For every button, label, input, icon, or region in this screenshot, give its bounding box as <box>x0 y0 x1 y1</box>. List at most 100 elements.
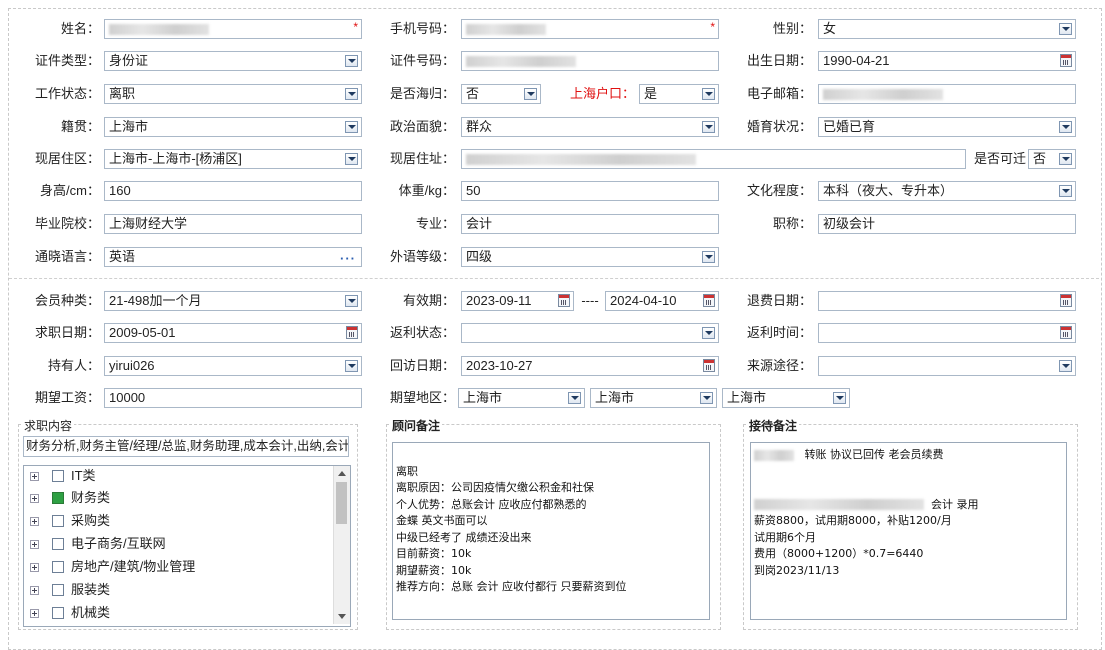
job-category-tree[interactable]: IT类 财务类 采购类 电子商务/互联网 房地产/建筑/物业管理 服装类 机械类 <box>23 465 351 627</box>
calendar-icon[interactable] <box>703 294 715 307</box>
valid-from-field[interactable]: 2023-09-11 <box>461 291 574 311</box>
scroll-thumb[interactable] <box>336 482 347 524</box>
calendar-icon[interactable] <box>703 359 715 372</box>
checkbox[interactable] <box>52 607 64 619</box>
dropdown-arrow-icon[interactable] <box>700 392 713 404</box>
scroll-down-icon[interactable] <box>338 614 346 619</box>
gender-select[interactable]: 女 <box>818 19 1076 39</box>
region-city-value: 上海市 <box>595 390 635 405</box>
calendar-icon[interactable] <box>558 294 570 307</box>
visit-date-value: 2023-10-27 <box>466 358 533 373</box>
region-province-value: 上海市 <box>463 390 503 405</box>
advisor-notes-textarea[interactable]: 离职 离职原因：公司因疫情欠缴公积金和社保 个人优势：总账会计 应收应付都熟悉的… <box>392 442 710 620</box>
checkbox-checked[interactable] <box>52 492 64 504</box>
dropdown-arrow-icon[interactable] <box>1059 360 1072 372</box>
expand-icon[interactable] <box>30 586 39 595</box>
dropdown-arrow-icon[interactable] <box>345 360 358 372</box>
dropdown-arrow-icon[interactable] <box>1059 153 1072 165</box>
dropdown-arrow-icon[interactable] <box>702 121 715 133</box>
school-field[interactable]: 上海财经大学 <box>104 214 362 234</box>
calendar-icon[interactable] <box>346 326 358 339</box>
phone-field[interactable]: * <box>461 19 719 39</box>
native-select[interactable]: 上海市 <box>104 117 362 137</box>
salary-field[interactable]: 10000 <box>104 388 362 408</box>
rebate-time-field[interactable] <box>818 323 1076 343</box>
relocate-value: 否 <box>1033 151 1047 166</box>
region-district-select[interactable]: 上海市 <box>722 388 850 408</box>
member-type-select[interactable]: 21-498加一个月 <box>104 291 362 311</box>
dropdown-arrow-icon[interactable] <box>568 392 581 404</box>
name-field[interactable]: * <box>104 19 362 39</box>
scroll-up-icon[interactable] <box>338 471 346 476</box>
refund-date-field[interactable] <box>818 291 1076 311</box>
more-icon[interactable]: ··· <box>340 250 356 266</box>
calendar-icon[interactable] <box>1060 54 1072 67</box>
calendar-icon[interactable] <box>1060 294 1072 307</box>
political-select[interactable]: 群众 <box>461 117 719 137</box>
validity-label: 有效期： <box>402 293 455 308</box>
relocate-select[interactable]: 否 <box>1028 149 1076 169</box>
expand-icon[interactable] <box>30 609 39 618</box>
weight-label: 体重/kg： <box>398 183 455 198</box>
expand-icon[interactable] <box>30 563 39 572</box>
tree-scrollbar[interactable] <box>333 466 350 624</box>
tree-item-label: 机械类 <box>71 605 111 620</box>
rebate-status-select[interactable] <box>461 323 719 343</box>
holder-select[interactable]: yirui026 <box>104 356 362 376</box>
major-field[interactable]: 会计 <box>461 214 719 234</box>
address-field[interactable] <box>461 149 966 169</box>
title-field[interactable]: 初级会计 <box>818 214 1076 234</box>
expand-icon[interactable] <box>30 494 39 503</box>
dropdown-arrow-icon[interactable] <box>345 88 358 100</box>
reception-notes-textarea[interactable]: 转账 协议已回传 老会员续费 会计 录用 薪资8800，试用期8000，补贴12… <box>750 442 1067 620</box>
weight-field[interactable]: 50 <box>461 181 719 201</box>
valid-to-field[interactable]: 2024-04-10 <box>605 291 719 311</box>
language-field[interactable]: 英语 ··· <box>104 247 362 267</box>
expand-icon[interactable] <box>30 472 39 481</box>
dropdown-arrow-icon[interactable] <box>1059 185 1072 197</box>
dropdown-arrow-icon[interactable] <box>524 88 537 100</box>
dropdown-arrow-icon[interactable] <box>345 121 358 133</box>
expand-icon[interactable] <box>30 517 39 526</box>
dropdown-arrow-icon[interactable] <box>345 295 358 307</box>
region-province-select[interactable]: 上海市 <box>458 388 585 408</box>
hukou-select[interactable]: 是 <box>639 84 719 104</box>
calendar-icon[interactable] <box>1060 326 1072 339</box>
birth-date-field[interactable]: 1990-04-21 <box>818 51 1076 71</box>
residence-select[interactable]: 上海市-上海市-[杨浦区] <box>104 149 362 169</box>
gender-label: 性别： <box>772 21 812 36</box>
visit-date-field[interactable]: 2023-10-27 <box>461 356 719 376</box>
dropdown-arrow-icon[interactable] <box>702 88 715 100</box>
dropdown-arrow-icon[interactable] <box>702 251 715 263</box>
id-type-select[interactable]: 身份证 <box>104 51 362 71</box>
dropdown-arrow-icon[interactable] <box>702 327 715 339</box>
dropdown-arrow-icon[interactable] <box>833 392 846 404</box>
source-select[interactable] <box>818 356 1076 376</box>
checkbox[interactable] <box>52 584 64 596</box>
checkbox[interactable] <box>52 538 64 550</box>
education-select[interactable]: 本科（夜大、专升本） <box>818 181 1076 201</box>
dropdown-arrow-icon[interactable] <box>1059 23 1072 35</box>
political-value: 群众 <box>466 119 493 134</box>
checkbox[interactable] <box>52 470 64 482</box>
reception-line-1-text: 转账 协议已回传 老会员续费 <box>804 448 944 461</box>
region-label: 期望地区： <box>389 390 455 405</box>
checkbox[interactable] <box>52 561 64 573</box>
job-content-summary[interactable]: 财务分析,财务主管/经理/总监,财务助理,成本会计,出纳,会计 <box>23 436 349 457</box>
dropdown-arrow-icon[interactable] <box>1059 121 1072 133</box>
overseas-select[interactable]: 否 <box>461 84 541 104</box>
dropdown-arrow-icon[interactable] <box>345 153 358 165</box>
job-date-field[interactable]: 2009-05-01 <box>104 323 362 343</box>
expand-icon[interactable] <box>30 540 39 549</box>
email-field[interactable] <box>818 84 1076 104</box>
id-type-value: 身份证 <box>109 53 149 68</box>
dropdown-arrow-icon[interactable] <box>345 55 358 67</box>
id-no-field[interactable] <box>461 51 719 71</box>
lang-level-select[interactable]: 四级 <box>461 247 719 267</box>
checkbox[interactable] <box>52 515 64 527</box>
height-field[interactable]: 160 <box>104 181 362 201</box>
work-status-select[interactable]: 离职 <box>104 84 362 104</box>
marital-select[interactable]: 已婚已育 <box>818 117 1076 137</box>
region-city-select[interactable]: 上海市 <box>590 388 717 408</box>
